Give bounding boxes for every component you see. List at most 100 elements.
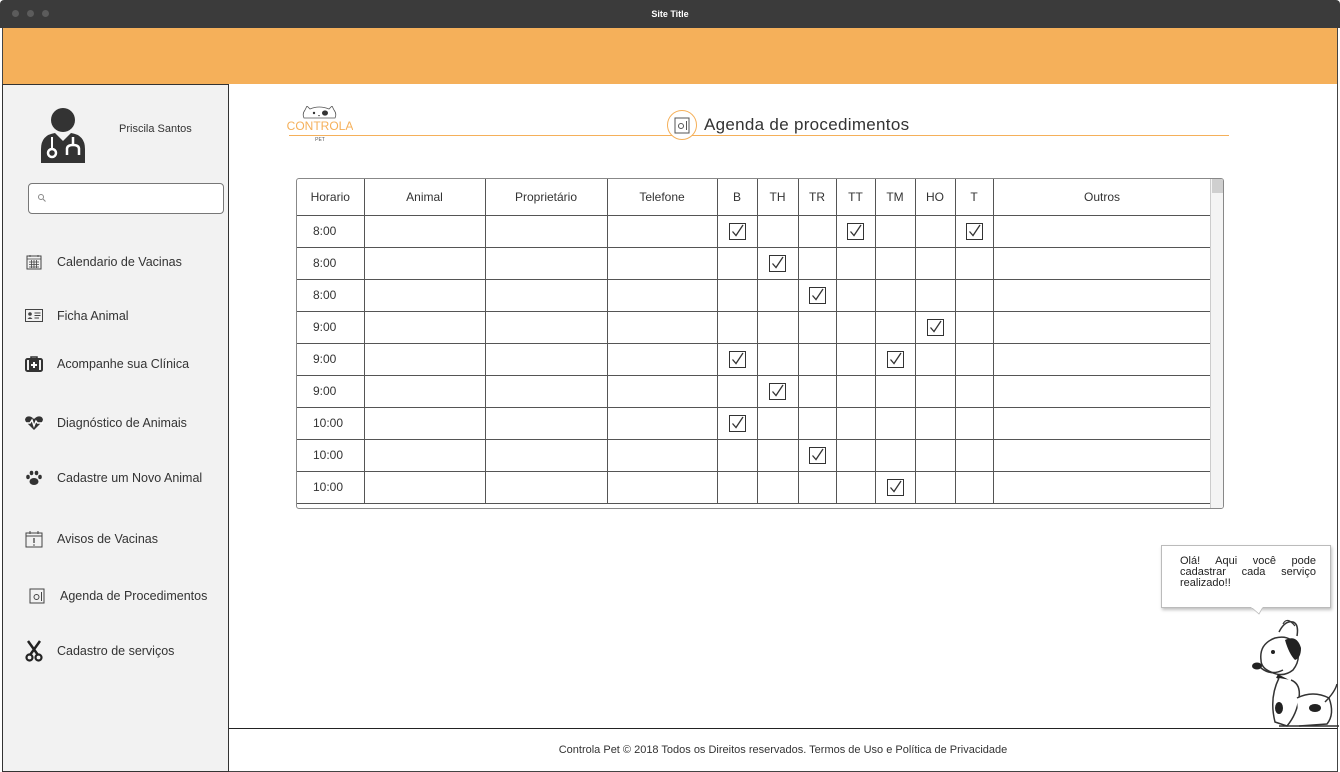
procedure-cell[interactable] (875, 279, 916, 312)
procedure-cell[interactable] (717, 343, 758, 376)
procedure-cell[interactable] (836, 343, 876, 376)
procedure-cell[interactable] (875, 215, 916, 248)
sidebar-item-cadastro-servicos[interactable]: Cadastro de serviços (23, 640, 174, 662)
table-cell[interactable] (993, 439, 1212, 472)
table-row[interactable]: 9:00 (297, 311, 1212, 344)
procedure-cell[interactable] (717, 471, 758, 504)
procedure-cell[interactable] (915, 311, 956, 344)
procedure-cell[interactable] (955, 375, 994, 408)
table-row[interactable]: 9:00 (297, 375, 1212, 408)
procedure-cell[interactable] (955, 343, 994, 376)
procedure-cell[interactable] (836, 279, 876, 312)
table-cell[interactable] (993, 247, 1212, 280)
checkbox-checked-icon[interactable] (728, 350, 746, 368)
procedure-cell[interactable] (757, 375, 799, 408)
table-cell[interactable] (364, 343, 486, 376)
table-cell[interactable] (364, 279, 486, 312)
procedure-cell[interactable] (757, 247, 799, 280)
table-cell[interactable] (364, 439, 486, 472)
table-cell[interactable] (485, 279, 608, 312)
procedure-cell[interactable] (875, 311, 916, 344)
procedure-cell[interactable] (836, 439, 876, 472)
table-cell[interactable] (485, 311, 608, 344)
sidebar-item-diagnostico[interactable]: Diagnóstico de Animais (23, 412, 187, 434)
table-cell[interactable] (607, 375, 718, 408)
procedure-cell[interactable] (798, 375, 837, 408)
search-input[interactable] (28, 183, 224, 214)
sidebar-item-acompanhe-clinica[interactable]: Acompanhe sua Clínica (23, 353, 189, 375)
procedure-cell[interactable] (717, 247, 758, 280)
procedure-cell[interactable] (915, 407, 956, 440)
procedure-cell[interactable] (717, 375, 758, 408)
procedure-cell[interactable] (836, 375, 876, 408)
table-cell[interactable] (485, 471, 608, 504)
table-cell[interactable] (607, 471, 718, 504)
procedure-cell[interactable] (836, 215, 876, 248)
table-cell[interactable] (485, 407, 608, 440)
table-cell[interactable] (485, 343, 608, 376)
procedure-cell[interactable] (955, 407, 994, 440)
procedure-cell[interactable] (757, 279, 799, 312)
table-cell[interactable] (607, 247, 718, 280)
procedure-cell[interactable] (915, 215, 956, 248)
sidebar-item-ficha-animal[interactable]: Ficha Animal (23, 305, 129, 327)
checkbox-checked-icon[interactable] (808, 286, 826, 304)
table-cell[interactable] (993, 407, 1212, 440)
procedure-cell[interactable] (798, 279, 837, 312)
table-cell[interactable] (993, 343, 1212, 376)
table-cell[interactable] (607, 343, 718, 376)
scrollbar-thumb[interactable] (1212, 179, 1223, 193)
table-row[interactable]: 8:00 (297, 247, 1212, 280)
table-row[interactable]: 8:00 (297, 215, 1212, 248)
procedure-cell[interactable] (955, 311, 994, 344)
procedure-cell[interactable] (798, 343, 837, 376)
procedure-cell[interactable] (798, 311, 837, 344)
table-cell[interactable] (993, 279, 1212, 312)
checkbox-checked-icon[interactable] (926, 318, 944, 336)
procedure-cell[interactable] (757, 311, 799, 344)
procedure-cell[interactable] (717, 311, 758, 344)
procedure-cell[interactable] (915, 247, 956, 280)
procedure-cell[interactable] (875, 471, 916, 504)
table-cell[interactable] (993, 471, 1212, 504)
sidebar-item-agenda-procedimentos[interactable]: Agenda de Procedimentos (23, 585, 207, 607)
procedure-cell[interactable] (757, 471, 799, 504)
table-cell[interactable] (364, 247, 486, 280)
table-cell[interactable] (993, 311, 1212, 344)
procedure-cell[interactable] (836, 247, 876, 280)
table-row[interactable]: 10:00 (297, 471, 1212, 504)
procedure-cell[interactable] (757, 215, 799, 248)
procedures-table[interactable]: Horario Animal Proprietário Telefone B TH TR TT… (296, 178, 1224, 509)
procedure-cell[interactable] (757, 439, 799, 472)
table-cell[interactable] (364, 471, 486, 504)
procedure-cell[interactable] (836, 311, 876, 344)
table-cell[interactable] (607, 439, 718, 472)
table-cell[interactable] (607, 279, 718, 312)
table-cell[interactable] (485, 247, 608, 280)
procedure-cell[interactable] (717, 279, 758, 312)
procedure-cell[interactable] (798, 439, 837, 472)
procedure-cell[interactable] (798, 407, 837, 440)
procedure-cell[interactable] (717, 215, 758, 248)
table-cell[interactable] (364, 407, 486, 440)
table-cell[interactable] (993, 375, 1212, 408)
procedure-cell[interactable] (955, 215, 994, 248)
procedure-cell[interactable] (836, 407, 876, 440)
procedure-cell[interactable] (836, 471, 876, 504)
procedure-cell[interactable] (955, 279, 994, 312)
procedure-cell[interactable] (915, 343, 956, 376)
table-cell[interactable] (607, 407, 718, 440)
procedure-cell[interactable] (798, 215, 837, 248)
table-row[interactable]: 10:00 (297, 439, 1212, 472)
procedure-cell[interactable] (955, 247, 994, 280)
sidebar-item-calendario-vacinas[interactable]: Calendario de Vacinas (23, 251, 182, 273)
table-cell[interactable] (485, 215, 608, 248)
table-cell[interactable] (485, 375, 608, 408)
table-cell[interactable] (993, 215, 1212, 248)
checkbox-checked-icon[interactable] (769, 382, 786, 400)
procedure-cell[interactable] (915, 279, 956, 312)
procedure-cell[interactable] (875, 343, 916, 376)
procedure-cell[interactable] (875, 407, 916, 440)
procedure-cell[interactable] (915, 439, 956, 472)
table-cell[interactable] (485, 439, 608, 472)
